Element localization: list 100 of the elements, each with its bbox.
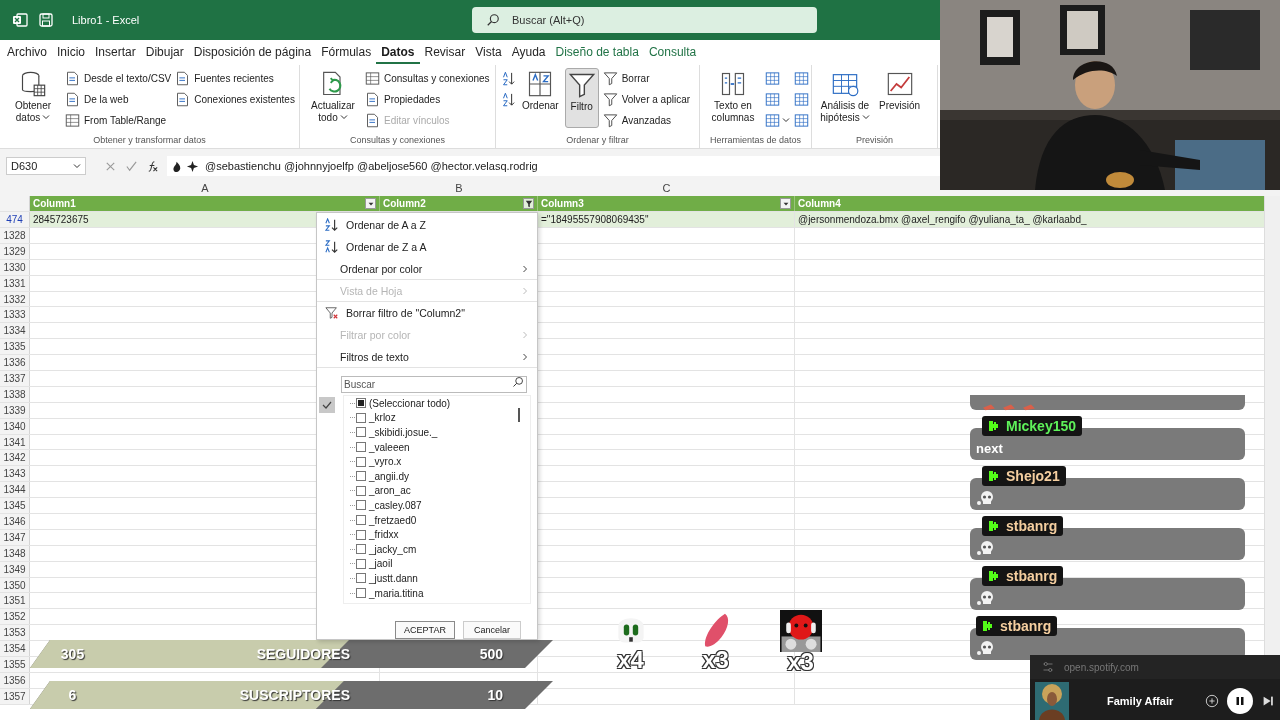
ribbon-tab[interactable]: Diseño de tabla — [550, 41, 644, 64]
ribbon-button[interactable]: Fuentes recientes — [175, 68, 295, 88]
menu-item[interactable]: Borrar filtro de "Column2" — [317, 302, 537, 324]
ribbon-button[interactable]: From Table/Range — [65, 110, 172, 130]
list-item[interactable]: _fretzaed0 — [369, 514, 417, 526]
list-item[interactable]: _valeeen — [369, 441, 410, 453]
grid-icon — [765, 91, 780, 107]
ribbon-button[interactable]: Conexiones existentes — [175, 89, 295, 109]
filter-button[interactable] — [523, 198, 534, 209]
scrollbar-thumb[interactable] — [518, 408, 520, 422]
search-field[interactable]: Buscar — [341, 376, 527, 393]
ribbon-button[interactable]: Avanzadas — [602, 110, 691, 130]
menu-item[interactable]: Filtros de texto — [317, 346, 537, 368]
ribbon-tab[interactable]: Archivo — [2, 41, 52, 64]
list-item[interactable]: _angii.dy — [369, 470, 410, 482]
checkbox[interactable] — [356, 588, 366, 598]
ribbon-button[interactable]: Filtro — [564, 68, 599, 128]
scrollbar[interactable] — [1264, 196, 1280, 655]
list-item[interactable]: _aron_ac — [369, 485, 411, 497]
row-number[interactable]: 1351 — [0, 593, 30, 609]
checkbox[interactable] — [356, 412, 366, 423]
row-number[interactable]: 1354 — [0, 641, 30, 657]
ribbon-button[interactable]: Desde el texto/CSV — [65, 68, 172, 88]
column-letter[interactable]: C — [538, 181, 795, 194]
list-item[interactable]: _fridxx — [369, 529, 399, 541]
ribbon-tab[interactable]: Disposición de página — [188, 41, 317, 64]
ribbon-button[interactable]: Análisis de hipótesis — [817, 68, 873, 128]
list-item[interactable]: _casley.087 — [369, 499, 422, 511]
row-number[interactable]: 1337 — [0, 371, 30, 386]
pause-button[interactable] — [1227, 688, 1253, 714]
row-number[interactable]: 1336 — [0, 355, 30, 370]
save-icon[interactable] — [38, 12, 54, 28]
ribbon-tab[interactable]: Revisar — [419, 41, 471, 64]
checkbox[interactable] — [356, 544, 366, 555]
menu-item[interactable]: Ordenar por color — [317, 258, 537, 280]
check-icon[interactable] — [125, 159, 138, 173]
menu-item[interactable]: Ordenar de Z a A — [317, 236, 537, 258]
checkbox[interactable] — [356, 558, 366, 569]
column-letter[interactable]: B — [380, 181, 538, 194]
goal-current: 305 — [59, 646, 86, 662]
checkbox[interactable] — [356, 485, 366, 496]
list-item[interactable]: _justt.dann — [369, 572, 418, 584]
column-letter[interactable]: A — [30, 181, 380, 194]
checkbox[interactable] — [356, 456, 366, 467]
ribbon-button[interactable]: Obtener datos — [5, 68, 61, 128]
checkbox[interactable] — [356, 573, 366, 584]
ribbon-tab[interactable]: Ayuda — [506, 41, 551, 64]
checkbox[interactable] — [356, 500, 366, 511]
ribbon-button[interactable]: Ordenar — [520, 68, 561, 128]
dropdown-button[interactable] — [365, 198, 376, 209]
ribbon-tab[interactable]: Insertar — [90, 41, 141, 64]
list-item[interactable]: _jacky_cm — [369, 543, 417, 555]
row-number[interactable]: 1342 — [0, 450, 30, 466]
ribbon-tab[interactable]: Fórmulas — [316, 41, 377, 64]
function-icon[interactable] — [146, 159, 159, 173]
ribbon-button[interactable]: Propiedades — [365, 89, 490, 109]
ribbon-button[interactable]: Texto en columnas — [705, 68, 761, 128]
list-item[interactable]: _skibidi.josue._ — [369, 427, 438, 438]
checkbox[interactable] — [356, 515, 366, 526]
ribbon-tab[interactable]: Vista — [470, 41, 507, 64]
dropdown-button[interactable] — [780, 198, 791, 209]
add-icon[interactable] — [1205, 694, 1219, 708]
row-number[interactable]: 1353 — [0, 625, 30, 641]
ribbon-button[interactable]: Borrar — [602, 68, 691, 88]
ribbon-button[interactable]: Volver a aplicar — [602, 89, 691, 109]
ribbon-tab[interactable]: Dibujar — [140, 41, 189, 64]
sliders-icon[interactable] — [1042, 661, 1054, 673]
ribbon-button[interactable]: Previsión — [877, 68, 923, 128]
list-item[interactable]: _jaoil — [369, 558, 393, 570]
accept-button[interactable]: ACEPTAR — [395, 621, 455, 639]
list-item[interactable]: (Seleccionar todo) — [369, 397, 451, 409]
name-box[interactable]: D630 — [6, 157, 86, 175]
row-number[interactable]: 1352 — [0, 609, 30, 625]
list-item[interactable]: _vyro.x — [369, 456, 402, 468]
row-number[interactable]: 1345 — [0, 498, 30, 514]
row-number[interactable]: 1346 — [0, 514, 30, 529]
cancel-button[interactable]: Cancelar — [463, 621, 521, 639]
ribbon-button[interactable]: De la web — [65, 89, 172, 109]
checkbox[interactable] — [356, 529, 366, 540]
ribbon-button[interactable]: Consultas y conexiones — [365, 68, 490, 88]
row-number[interactable]: 474 — [0, 212, 30, 227]
checkbox[interactable] — [356, 471, 366, 482]
checkbox[interactable] — [356, 398, 366, 409]
message-text: next — [976, 440, 1003, 456]
row-number[interactable]: 1344 — [0, 482, 30, 498]
ribbon-tab[interactable]: Consulta — [643, 41, 702, 64]
list-item[interactable]: _krloz — [369, 412, 396, 424]
ribbon-button[interactable]: Actualizar todo — [305, 68, 361, 128]
row-number[interactable]: 1333 — [0, 307, 30, 323]
row-number[interactable]: 1355 — [0, 657, 30, 672]
ribbon-tab[interactable]: Inicio — [52, 41, 91, 64]
row-number[interactable]: 1328 — [0, 228, 30, 243]
checkbox[interactable] — [356, 427, 366, 438]
row-number[interactable]: 1334 — [0, 323, 30, 339]
next-icon[interactable] — [1261, 694, 1275, 708]
search-field[interactable]: Buscar (Alt+Q) — [472, 7, 817, 33]
row-number[interactable]: 1343 — [0, 466, 30, 482]
checkbox[interactable] — [356, 442, 366, 453]
row-number[interactable]: 1335 — [0, 339, 30, 355]
list-item[interactable]: _maria.titina — [369, 587, 424, 599]
